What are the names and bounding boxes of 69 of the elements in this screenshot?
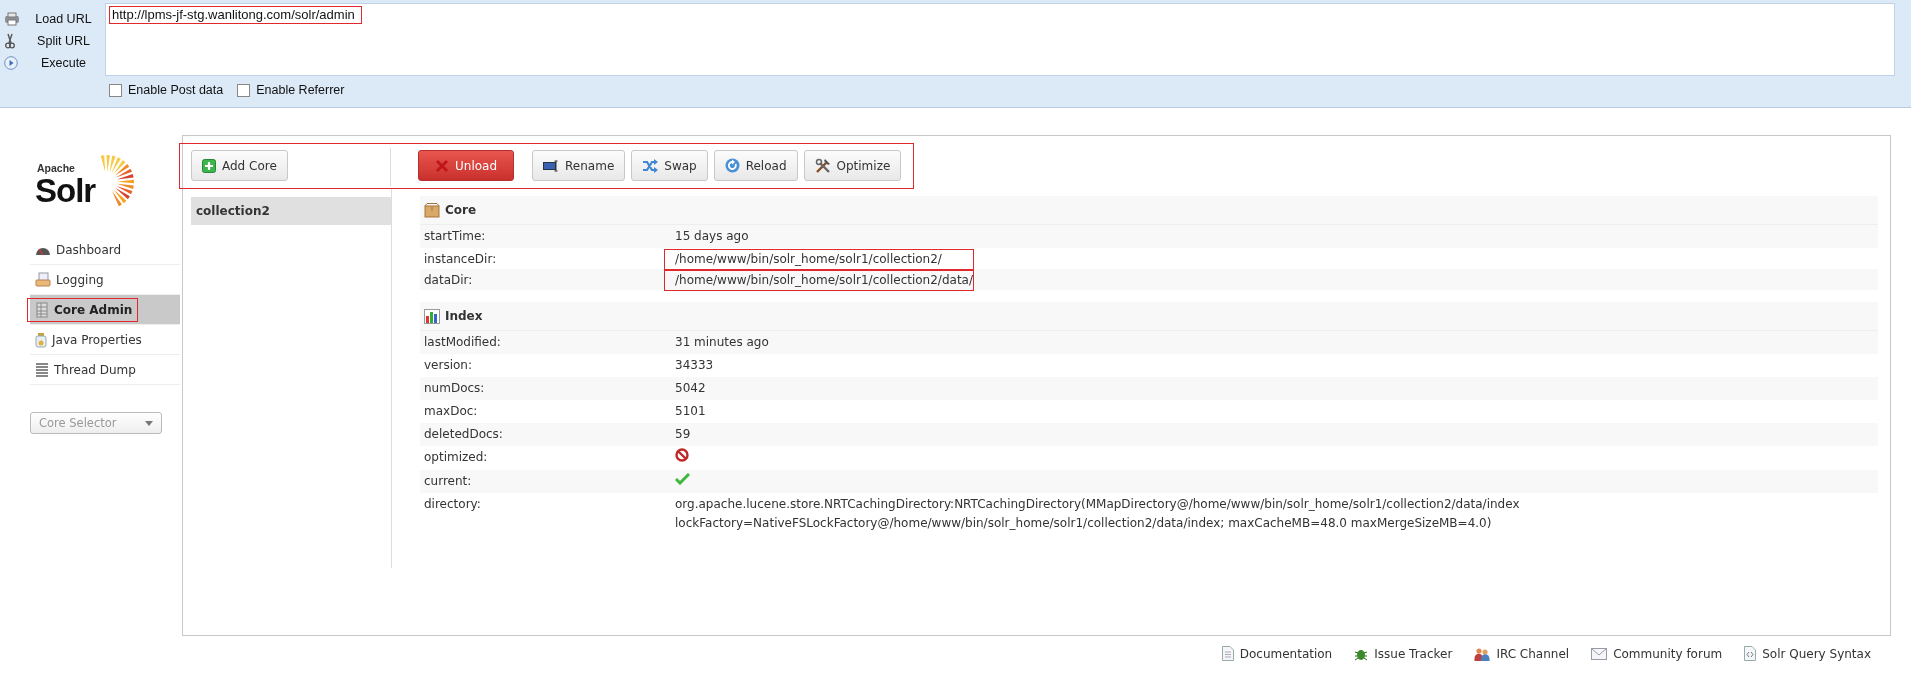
- property-value: 34333: [675, 357, 715, 374]
- jar-icon: [35, 331, 47, 348]
- people-icon: [1474, 646, 1491, 661]
- property-label: directory:: [423, 497, 482, 511]
- logo-wordmark: Solr: [35, 173, 96, 207]
- hammer-wrench-icon: [814, 157, 831, 174]
- property-value: /home/www/bin/solr_home/solr1/collection2/data/: [665, 271, 973, 290]
- logo-subtitle: Apache: [37, 163, 76, 174]
- add-core-button[interactable]: Add Core: [191, 150, 288, 181]
- url-field[interactable]: http://lpms-jf-stg.wanlitong.com/solr/admin: [105, 3, 1895, 76]
- nav-item[interactable]: Core Admin: [30, 295, 180, 325]
- footer-link[interactable]: Issue Tracker: [1354, 646, 1453, 661]
- text-field-icon: [543, 159, 560, 172]
- checkbox[interactable]: [109, 83, 122, 97]
- toolbar-button[interactable]: Execute: [0, 53, 99, 72]
- checkbox-label: Enable Referrer: [256, 83, 345, 97]
- refresh-icon: [724, 158, 740, 173]
- action-button[interactable]: Unload: [418, 150, 515, 181]
- property-label: deletedDocs:: [423, 427, 504, 441]
- footer-link[interactable]: Community forum: [1591, 646, 1723, 661]
- printer-icon: [4, 11, 20, 26]
- property-label: dataDir:: [423, 273, 474, 287]
- package-icon: [424, 202, 440, 218]
- section-header: Index: [420, 302, 1878, 331]
- action-button[interactable]: Reload: [713, 150, 798, 181]
- code-document-icon: [1744, 646, 1757, 661]
- property-value: 5042: [675, 380, 707, 397]
- scissors-icon: [4, 32, 16, 49]
- property-label: numDocs:: [423, 381, 486, 395]
- server-icon: [35, 301, 49, 318]
- footer-link[interactable]: IRC Channel: [1474, 646, 1570, 661]
- property-label: maxDoc:: [423, 404, 479, 418]
- toolbar-button[interactable]: Split URL: [0, 31, 99, 50]
- property-label: version:: [423, 358, 473, 372]
- toolbar-button[interactable]: Load URL: [0, 9, 99, 28]
- property-value: 5101: [675, 403, 707, 420]
- core-list-item[interactable]: collection2: [191, 197, 391, 225]
- action-button[interactable]: Optimize: [803, 150, 902, 181]
- property-value: 15 days ago: [675, 228, 750, 245]
- cross-icon: [435, 158, 449, 173]
- property-value: /home/www/bin/solr_home/solr1/collection2/: [665, 250, 973, 269]
- stack-icon: [35, 362, 49, 377]
- nav-item[interactable]: Thread Dump: [30, 355, 180, 385]
- property-label: current:: [423, 474, 473, 488]
- sunburst-logo-icon: [101, 153, 136, 207]
- document-icon: [1221, 646, 1234, 661]
- property-label: optimized:: [423, 450, 489, 464]
- action-button[interactable]: Swap: [631, 150, 708, 181]
- property-label: startTime:: [423, 229, 487, 243]
- property-value: org.apache.lucene.store.NRTCachingDirectory:NRTCachingDirectory(MMapDirectory@/home/www/bin/solr_home/solr1/collection2/data/index lockFactory=NativeFSLockFactory@/home/www/bin/solr_home/solr1/collection2/data/index; maxCacheMB=48.0 maxMergeSizeMB=4.0): [675, 496, 1521, 532]
- property-value: 31 minutes ago: [675, 334, 770, 351]
- nav-item[interactable]: Dashboard: [30, 235, 180, 265]
- plus-icon: [202, 158, 216, 173]
- envelope-icon: [1591, 647, 1608, 660]
- property-value: 59: [675, 426, 692, 443]
- shuffle-icon: [642, 158, 659, 173]
- checkbox[interactable]: [237, 83, 251, 97]
- checkbox-label: Enable Post data: [128, 83, 224, 97]
- bar-chart-icon: [424, 308, 440, 324]
- footer-link[interactable]: Documentation: [1221, 646, 1333, 661]
- property-label: instanceDir:: [423, 252, 498, 266]
- tray-icon: [35, 272, 51, 287]
- action-button[interactable]: Rename: [532, 150, 626, 181]
- nav-item[interactable]: Java Properties: [30, 325, 180, 355]
- play-icon: [4, 55, 18, 70]
- footer-link[interactable]: Solr Query Syntax: [1744, 646, 1871, 661]
- caret-icon: [145, 420, 153, 426]
- property-label: lastModified:: [423, 335, 502, 349]
- section-header: Core: [420, 196, 1878, 225]
